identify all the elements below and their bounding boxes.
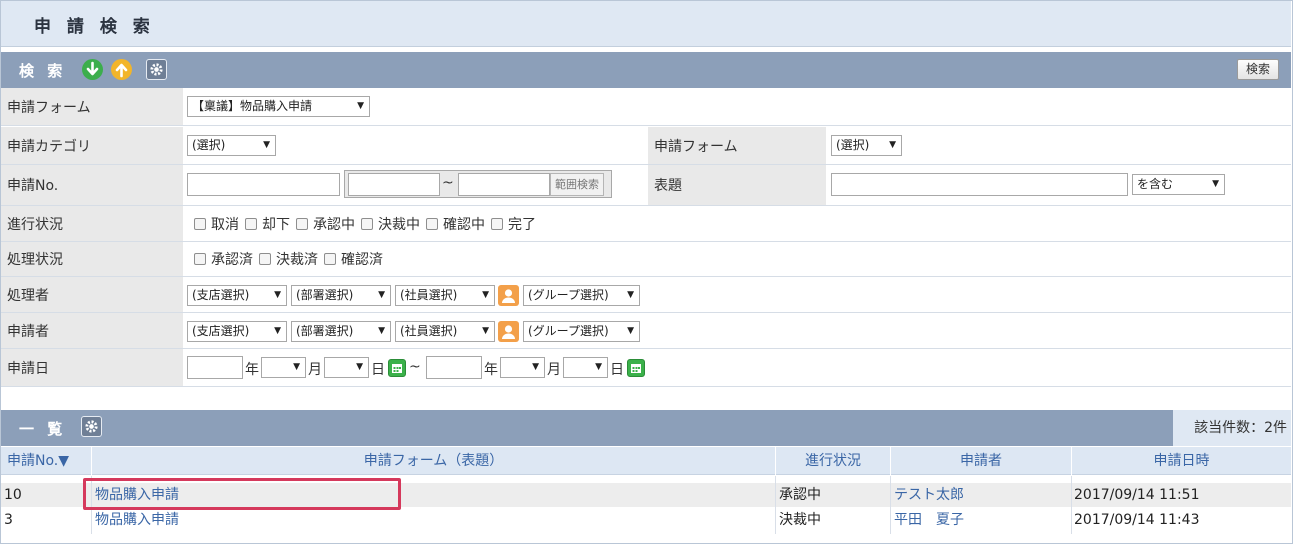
applicant-label: 申請者	[1, 313, 183, 348]
processor-dept-select[interactable]: (部署選択)	[291, 285, 391, 306]
column-header-applicant[interactable]: 申請者	[891, 447, 1071, 475]
page-title: 申 請 検 索	[34, 17, 155, 37]
form2-select[interactable]: (選択)	[831, 135, 902, 156]
number-label: 申請No.	[1, 165, 183, 205]
applicant-dept-select[interactable]: (部署選択)	[291, 321, 391, 342]
search-section-bar: 検 索 検索	[1, 52, 1291, 88]
row-no: 10	[4, 487, 22, 503]
year-unit: 年	[484, 362, 498, 378]
row-status: 決裁中	[779, 512, 821, 528]
page-header: 申 請 検 索	[1, 1, 1291, 47]
row-form-link[interactable]: 物品購入申請	[95, 508, 179, 532]
month-unit: 月	[547, 362, 561, 378]
column-header-no[interactable]: 申請No.▼	[1, 447, 91, 475]
date-from-year-input[interactable]	[187, 356, 243, 379]
category-label: 申請カテゴリ	[1, 127, 183, 164]
date-row: 申請日 年 月 日 ~ 年 月 日	[1, 349, 1291, 387]
search-section-title: 検 索	[19, 62, 67, 80]
column-header-datetime[interactable]: 申請日時	[1072, 447, 1291, 475]
range-search-button[interactable]: 範囲検索	[550, 173, 604, 196]
range-from-input[interactable]	[348, 173, 440, 196]
calendar-icon[interactable]	[627, 359, 645, 377]
gear-icon[interactable]	[81, 416, 102, 437]
row-no: 3	[4, 512, 13, 528]
result-count: 該当件数：2件	[1173, 410, 1291, 446]
progress-row: 進行状況 取消 却下 承認中 決裁中 確認中 完了	[1, 206, 1291, 242]
category-row: 申請カテゴリ (選択) 申請フォーム (選択)	[1, 127, 1291, 165]
applicant-row: 申請者 (支店選択) (部署選択) (社員選択) (グループ選択)	[1, 313, 1291, 349]
checkbox-confirmed[interactable]: 確認済	[324, 249, 383, 269]
list-section-bar: 一 覧 該当件数：2件	[1, 410, 1291, 446]
form2-label: 申請フォーム	[648, 127, 826, 164]
row-applicant-link[interactable]: テスト太郎	[894, 483, 964, 507]
range-separator: ~	[442, 175, 454, 191]
range-to-input[interactable]	[458, 173, 550, 196]
number-row: 申請No. ~ 範囲検索 表題 を含む	[1, 165, 1291, 206]
table-row[interactable]: 3 物品購入申請 決裁中 平田 夏子 2017/09/14 11:43	[1, 508, 1291, 532]
download-arrow-icon[interactable]	[82, 59, 103, 80]
column-header-form[interactable]: 申請フォーム（表題）	[92, 447, 775, 475]
date-from-month-select[interactable]	[261, 357, 306, 378]
progress-label: 進行状況	[1, 206, 183, 241]
list-header: 申請No.▼ 申請フォーム（表題） 進行状況 申請者 申請日時	[1, 447, 1291, 475]
checkbox-reject[interactable]: 却下	[245, 214, 290, 234]
form-select[interactable]: 【稟議】物品購入申請	[187, 96, 370, 117]
date-to-day-select[interactable]	[563, 357, 608, 378]
applicant-branch-select[interactable]: (支店選択)	[187, 321, 287, 342]
date-from-day-select[interactable]	[324, 357, 369, 378]
process-status-checkboxes: 承認済 決裁済 確認済	[194, 242, 389, 276]
subject-match-select[interactable]: を含む	[1132, 174, 1225, 195]
processor-branch-select[interactable]: (支店選択)	[187, 285, 287, 306]
form-label: 申請フォーム	[1, 88, 183, 125]
date-label: 申請日	[1, 349, 183, 386]
highlight-box	[83, 478, 401, 510]
applicant-group-select[interactable]: (グループ選択)	[523, 321, 640, 342]
month-unit: 月	[308, 362, 322, 378]
day-unit: 日	[610, 362, 624, 378]
subject-label: 表題	[648, 165, 826, 205]
column-divider	[775, 476, 776, 534]
process-status-label: 処理状況	[1, 242, 183, 276]
form-row: 申請フォーム 【稟議】物品購入申請	[1, 88, 1291, 126]
gear-icon[interactable]	[146, 59, 167, 80]
row-status: 承認中	[779, 487, 821, 503]
column-divider	[1071, 476, 1072, 534]
year-unit: 年	[245, 362, 259, 378]
day-unit: 日	[371, 362, 385, 378]
checkbox-decided[interactable]: 決裁済	[259, 249, 318, 269]
person-picker-icon[interactable]	[498, 321, 519, 342]
checkbox-confirming[interactable]: 確認中	[426, 214, 485, 234]
search-button[interactable]: 検索	[1236, 59, 1279, 80]
checkbox-approving[interactable]: 承認中	[296, 214, 355, 234]
checkbox-approved[interactable]: 承認済	[194, 249, 253, 269]
category-select[interactable]: (選択)	[187, 135, 276, 156]
upload-arrow-icon[interactable]	[111, 59, 132, 80]
processor-row: 処理者 (支店選択) (部署選択) (社員選択) (グループ選択)	[1, 277, 1291, 313]
date-to-month-select[interactable]	[500, 357, 545, 378]
subject-input[interactable]	[831, 173, 1128, 196]
column-divider	[890, 476, 891, 534]
date-to-year-input[interactable]	[426, 356, 482, 379]
checkbox-cancel[interactable]: 取消	[194, 214, 239, 234]
process-status-row: 処理状況 承認済 決裁済 確認済	[1, 242, 1291, 277]
range-box: ~ 範囲検索	[344, 170, 612, 198]
processor-staff-select[interactable]: (社員選択)	[395, 285, 495, 306]
column-header-status[interactable]: 進行状況	[776, 447, 890, 475]
number-input[interactable]	[187, 173, 340, 196]
list-section-title: 一 覧	[19, 420, 67, 438]
person-picker-icon[interactable]	[498, 285, 519, 306]
checkbox-complete[interactable]: 完了	[491, 214, 536, 234]
applicant-staff-select[interactable]: (社員選択)	[395, 321, 495, 342]
processor-group-select[interactable]: (グループ選択)	[523, 285, 640, 306]
row-datetime: 2017/09/14 11:51	[1074, 487, 1200, 503]
progress-checkboxes: 取消 却下 承認中 決裁中 確認中 完了	[194, 206, 542, 241]
processor-label: 処理者	[1, 277, 183, 312]
row-applicant-link[interactable]: 平田 夏子	[894, 508, 964, 532]
calendar-icon[interactable]	[388, 359, 406, 377]
date-separator: ~	[409, 359, 421, 375]
row-datetime: 2017/09/14 11:43	[1074, 512, 1200, 528]
checkbox-deciding[interactable]: 決裁中	[361, 214, 420, 234]
